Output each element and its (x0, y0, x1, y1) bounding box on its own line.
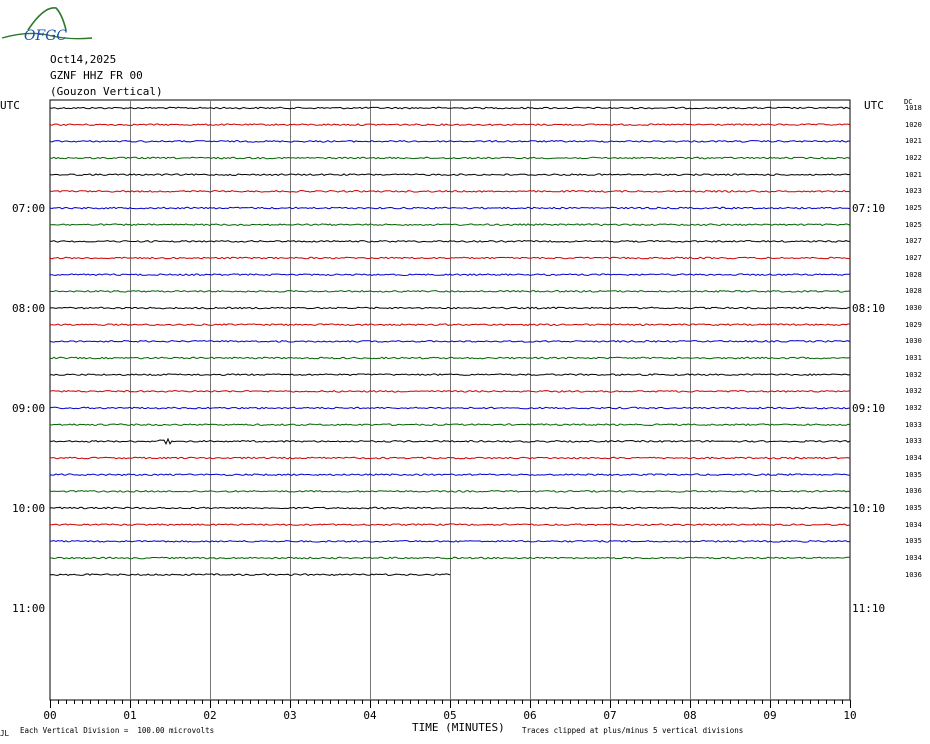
helicorder-plot (49, 99, 851, 708)
corner-mark: JL (0, 729, 10, 738)
clip-note: Traces clipped at plus/minus 5 vertical … (522, 726, 744, 735)
seismic-trace (49, 573, 451, 577)
scale-note: Each Vertical Division = 100.00 microvol… (20, 726, 215, 735)
x-axis-title: TIME (MINUTES) (412, 721, 505, 734)
